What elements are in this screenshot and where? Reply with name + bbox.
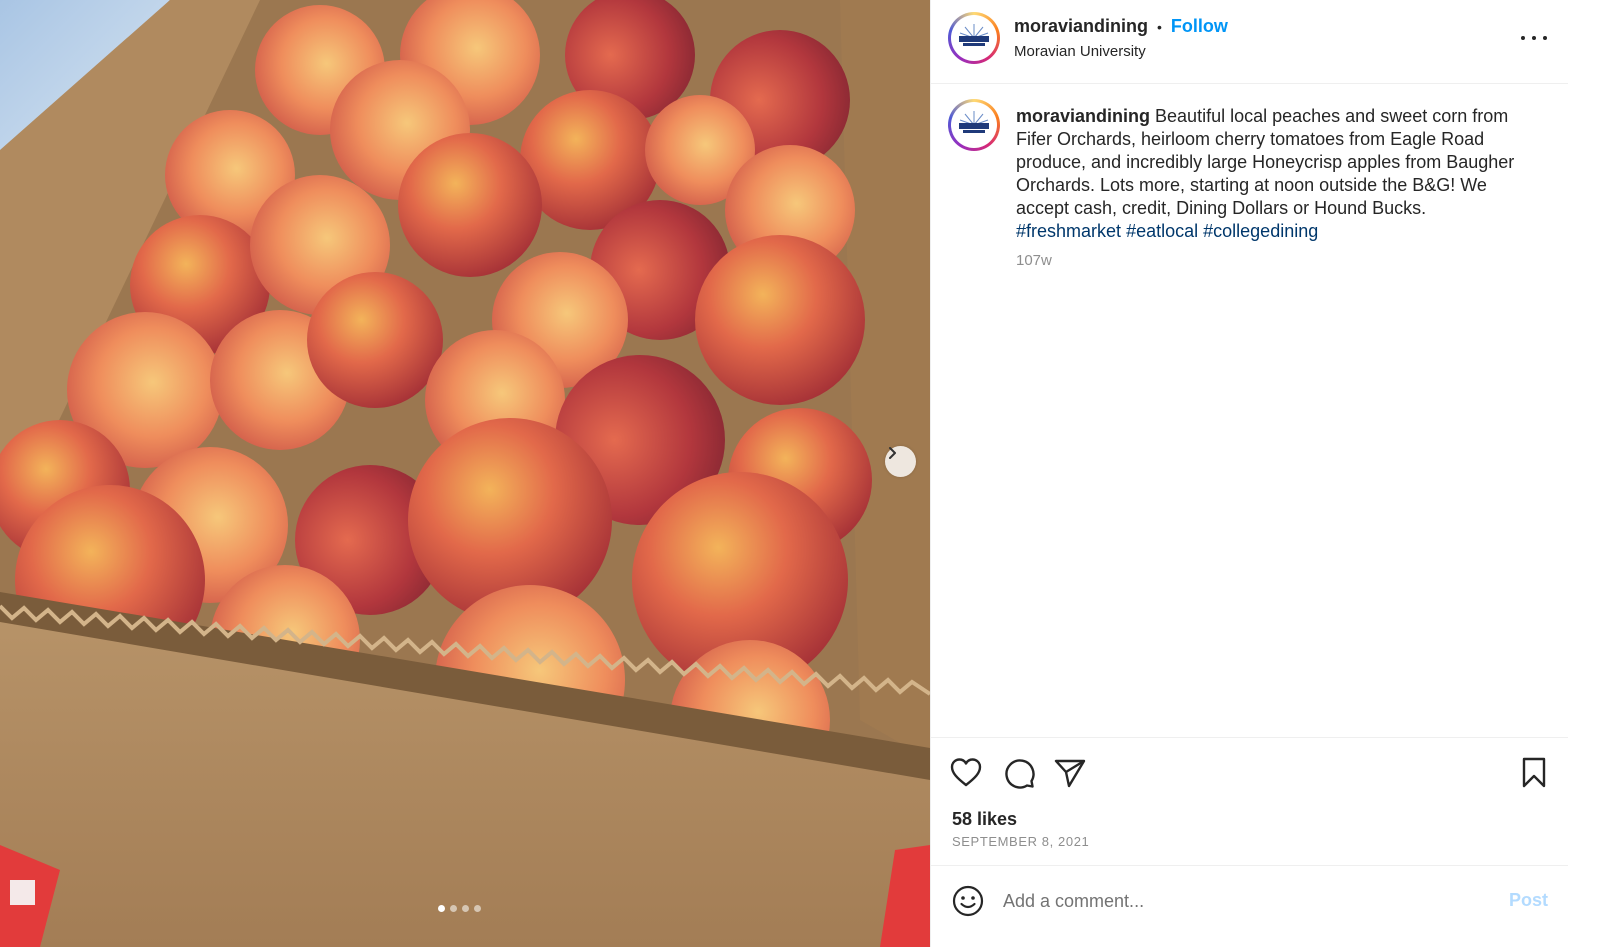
chevron-right-icon [889,447,896,459]
caption-avatar[interactable] [948,99,1000,151]
hashtag-link[interactable]: #eatlocal [1126,221,1198,241]
hashtag-link[interactable]: #collegedining [1203,221,1318,241]
post-date: SEPTEMBER 8, 2021 [952,834,1090,849]
heart-icon [950,758,982,787]
action-bar: 58 likes SEPTEMBER 8, 2021 [931,737,1568,866]
more-options-button[interactable] [1521,28,1547,48]
post-sidebar: moraviandining • Follow Moravian Univers… [930,0,1568,947]
comment-bar: Post [931,865,1568,948]
share-button[interactable] [1052,755,1088,791]
carousel-dot [474,905,481,912]
comment-input[interactable] [1003,888,1483,914]
save-button[interactable] [1516,755,1552,791]
more-dot [1543,36,1547,40]
post-caption: moraviandining Beautiful local peaches a… [1016,105,1536,243]
instagram-post: moraviandining • Follow Moravian Univers… [0,0,1600,947]
next-photo-button[interactable] [885,446,916,477]
likes-count[interactable]: 58 likes [952,809,1017,830]
follow-button[interactable]: Follow [1171,16,1228,37]
carousel-dot [462,905,469,912]
post-comment-button[interactable]: Post [1509,890,1548,911]
caption-time[interactable]: 107w [1016,252,1052,269]
separator-dot: • [1157,18,1162,35]
smiley-icon [952,885,984,917]
more-dot [1521,36,1525,40]
peaches-photo [0,0,930,947]
post-photo[interactable] [0,0,930,947]
carousel-indicator [438,905,481,912]
account-username[interactable]: moraviandining [1014,16,1148,37]
avatar[interactable] [948,12,1000,64]
hashtag-link[interactable]: #freshmarket [1016,221,1121,241]
carousel-dot [438,905,445,912]
caption-username[interactable]: moraviandining [1016,106,1150,126]
post-location[interactable]: Moravian University [1014,43,1146,60]
comment-button[interactable] [1001,755,1037,791]
like-button[interactable] [948,755,984,791]
carousel-dot [450,905,457,912]
more-dot [1532,36,1536,40]
comment-icon [1005,759,1035,789]
moravian-logo-icon [959,111,989,133]
paper-plane-icon [1054,759,1086,788]
moravian-logo-icon [959,24,989,46]
emoji-button[interactable] [951,884,985,918]
post-header: moraviandining • Follow Moravian Univers… [931,0,1568,84]
bookmark-icon [1522,757,1546,788]
